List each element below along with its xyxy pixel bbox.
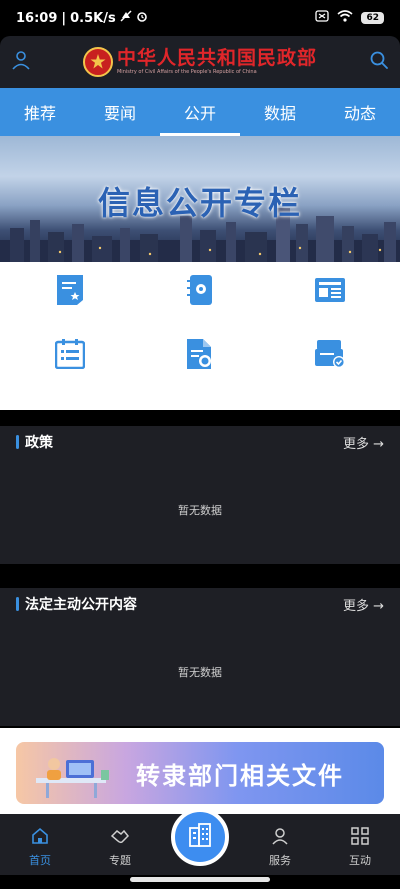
center-action-button[interactable]: [171, 808, 229, 866]
nav-home[interactable]: 首页: [10, 826, 70, 868]
nav-services[interactable]: 服务: [250, 826, 310, 868]
status-time: 16:09: [16, 10, 58, 26]
tab-news[interactable]: 要闻: [80, 88, 160, 136]
more-label: 更多: [342, 598, 369, 614]
building-icon: [187, 822, 213, 852]
home-indicator[interactable]: [130, 877, 270, 882]
tab-label: 公开: [183, 104, 216, 123]
category-icon-grid: [0, 262, 400, 410]
tab-data[interactable]: 数据: [240, 88, 320, 136]
tab-label: 动态: [343, 104, 376, 123]
empty-state: 暂无数据: [178, 666, 222, 679]
nav-label: 互动: [349, 854, 371, 867]
status-right: 62: [315, 10, 384, 26]
ministry-name-cn: 中华人民共和国民政部: [116, 47, 317, 69]
nav-label: 专题: [109, 854, 131, 867]
silent-icon: [120, 10, 132, 26]
alarm-icon: [136, 10, 148, 26]
section-accent-bar: [16, 597, 19, 611]
wifi-icon: [337, 10, 353, 26]
info-disclosure-banner[interactable]: 信息公开专栏: [0, 136, 400, 262]
user-icon: [270, 826, 290, 849]
logo-text: 中华人民共和国民政部 Ministry of Civil Affairs of …: [117, 48, 317, 76]
transferred-docs-banner[interactable]: 转隶部门相关文件: [16, 742, 384, 804]
document-star-icon[interactable]: [50, 270, 90, 310]
nav-label: 首页: [29, 854, 51, 867]
status-divider: |: [61, 10, 67, 26]
search-icon[interactable]: [368, 49, 390, 75]
nav-topics[interactable]: 专题: [90, 826, 150, 868]
tab-label: 数据: [263, 104, 296, 123]
bottom-navigation: 首页 专题 服务 互动: [0, 808, 400, 875]
office-illustration: [36, 758, 109, 798]
arrow-right-icon: →: [368, 436, 384, 452]
status-bar: 16:09 | 0.5K/s 62: [0, 0, 400, 36]
ministry-name-en: Ministry of Civil Affairs of the People'…: [116, 69, 257, 75]
nav-label: 服务: [269, 854, 291, 867]
tab-updates[interactable]: 动态: [320, 88, 400, 136]
document-search-icon[interactable]: [180, 334, 220, 374]
tab-recommend[interactable]: 推荐: [0, 88, 80, 136]
category-tabs: 推荐 要闻 公开 数据 动态: [0, 88, 400, 136]
tab-label: 推荐: [23, 104, 56, 123]
section-title: 政策: [25, 435, 53, 451]
section-header: 政策 更多 →: [0, 426, 400, 458]
site-logo: 中华人民共和国民政部 Ministry of Civil Affairs of …: [82, 47, 317, 77]
section-accent-bar: [16, 435, 19, 449]
status-speed: 0.5K/s: [70, 10, 116, 26]
empty-state: 暂无数据: [178, 504, 222, 517]
inbox-check-icon[interactable]: [310, 334, 350, 374]
tab-public[interactable]: 公开: [160, 88, 240, 136]
promo-text: 转隶部门相关文件: [136, 762, 344, 790]
more-label: 更多: [342, 436, 369, 452]
arrow-right-icon: →: [368, 598, 384, 614]
handshake-icon: [110, 826, 130, 849]
news-icon[interactable]: [310, 270, 350, 310]
notebook-icon[interactable]: [180, 270, 220, 310]
more-link[interactable]: 更多 →: [343, 433, 384, 452]
tab-label: 要闻: [103, 104, 136, 123]
statutory-disclosure-section: 法定主动公开内容 更多 → 暂无数据: [0, 588, 400, 726]
sim-icon: [315, 10, 330, 26]
national-emblem-icon: [82, 47, 113, 77]
app-header: 中华人民共和国民政部 Ministry of Civil Affairs of …: [0, 36, 400, 88]
section-title: 法定主动公开内容: [25, 597, 137, 613]
section-header: 法定主动公开内容 更多 →: [0, 588, 400, 620]
list-icon[interactable]: [50, 334, 90, 374]
promo-area: 转隶部门相关文件: [0, 728, 400, 814]
policy-section: 政策 更多 → 暂无数据: [0, 426, 400, 564]
grid-icon: [350, 826, 370, 849]
battery-indicator: 62: [361, 12, 384, 24]
nav-interact[interactable]: 互动: [330, 826, 390, 868]
more-link[interactable]: 更多 →: [343, 595, 384, 614]
user-icon[interactable]: [10, 49, 32, 75]
banner-title: 信息公开专栏: [97, 184, 302, 222]
status-left: 16:09 | 0.5K/s: [16, 10, 315, 26]
home-icon: [30, 826, 50, 849]
